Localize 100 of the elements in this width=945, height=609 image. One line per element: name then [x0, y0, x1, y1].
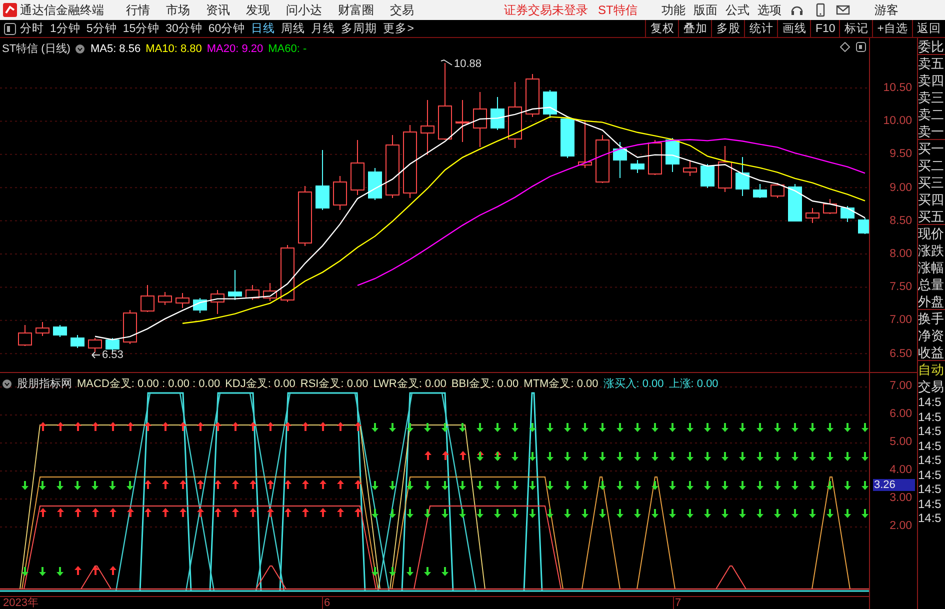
axis-tick-label: 10.00	[883, 115, 912, 128]
menu-item[interactable]: 问小达	[286, 2, 322, 18]
period-tab[interactable]: 15分钟	[122, 21, 160, 36]
indicator-name: 股朋指标网	[17, 377, 72, 391]
period-tab[interactable]: 60分钟	[208, 21, 246, 36]
axis-tick-label: 4.00	[890, 464, 912, 476]
app-title: 通达信金融终端	[20, 2, 105, 18]
period-tab[interactable]: 更多>	[383, 21, 414, 36]
candlestick	[806, 208, 820, 224]
menu-item[interactable]: 功能	[661, 2, 686, 18]
axis-tick-label: 10.50	[883, 82, 912, 94]
diamond-icon[interactable]	[840, 42, 850, 52]
candlestick	[858, 218, 869, 234]
candlestick	[543, 90, 557, 118]
quote-field-label: 外盘	[918, 293, 945, 310]
candlestick	[263, 282, 277, 302]
candlestick	[596, 134, 610, 184]
menu-item[interactable]: 行情	[126, 2, 150, 18]
logo-icon	[3, 3, 17, 17]
candlestick	[683, 160, 697, 176]
candlestick	[176, 292, 190, 308]
candlestick	[473, 92, 487, 148]
period-tab[interactable]: 多周期	[341, 21, 378, 36]
candlestick	[718, 146, 732, 192]
mode-label[interactable]: 自动	[918, 361, 945, 378]
trade-time: 14:5	[918, 424, 942, 438]
period-tab[interactable]: 1分钟	[50, 21, 80, 36]
indicator-value: 上涨: 0.00	[668, 377, 718, 391]
moving-average-label: MA20: 9.20	[206, 42, 264, 54]
candlestick	[123, 310, 137, 344]
candlestick	[193, 298, 207, 314]
user-label[interactable]: 游客	[874, 2, 898, 18]
period-tab[interactable]: 周线	[281, 21, 306, 36]
menu-item[interactable]: 发现	[246, 2, 270, 18]
axis-tick-label: 6.00	[890, 408, 912, 420]
candlestick	[18, 324, 32, 346]
trade-time: 14:5	[918, 395, 942, 410]
quote-field-label: 卖四	[918, 72, 945, 89]
trade-time: 14:5	[918, 410, 942, 424]
settings-icon[interactable]	[75, 44, 86, 54]
candlestick	[36, 322, 50, 336]
candlestick	[420, 100, 434, 156]
indicator-value: KDJ金叉: 0.00	[225, 377, 296, 391]
panel-toggle-icon[interactable]	[4, 22, 16, 34]
period-tab[interactable]: 月线	[311, 21, 336, 36]
date-label: 7	[673, 597, 682, 609]
trade-time: 14:5	[918, 482, 942, 496]
candlestick	[613, 142, 627, 178]
candlestick	[246, 284, 260, 300]
menu-item[interactable]: 交易	[390, 2, 414, 18]
candlestick	[210, 290, 224, 314]
trade-time: 14:5	[918, 468, 942, 482]
moving-average-label: MA5: 8.56	[90, 42, 141, 54]
leader-line	[440, 59, 452, 66]
period-tab[interactable]: 30分钟	[166, 21, 202, 36]
menu-item[interactable]: 版面	[693, 2, 718, 18]
indicator-value: BBI金叉: 0.00	[451, 377, 519, 391]
period-tab[interactable]: 5分钟	[86, 21, 117, 36]
quote-field-label: 卖一	[918, 123, 945, 140]
quote-field-label: 买三	[918, 174, 945, 191]
candlestick	[53, 324, 67, 338]
candlestick	[158, 292, 172, 306]
settings-icon[interactable]	[2, 378, 12, 388]
period-tab[interactable]: 日线	[251, 21, 276, 36]
quote-field-label: 卖二	[918, 106, 945, 123]
quote-field-label: 换手	[918, 310, 945, 327]
candlestick	[333, 176, 347, 210]
status-notice: 证券交易未登录	[504, 2, 588, 18]
indicator-value: 涨买入: 0.00	[603, 377, 664, 391]
date-label: 2023年	[2, 597, 38, 609]
quote-field-label: 买四	[918, 191, 945, 208]
axis-tick-label: 5.00	[890, 436, 912, 448]
menu-item[interactable]: 选项	[757, 2, 782, 18]
mail-icon[interactable]	[836, 3, 850, 17]
candlestick	[560, 116, 574, 158]
menu-item[interactable]: 公式	[725, 2, 750, 18]
period-tab[interactable]: 分时	[20, 21, 44, 36]
candlestick	[298, 186, 312, 246]
candlestick	[88, 338, 102, 352]
trade-label: 交易	[918, 378, 945, 395]
panel-toggle-icon[interactable]	[856, 42, 866, 52]
axis-tick-label: 3.00	[890, 492, 912, 504]
quote-field-label: 买一	[918, 140, 945, 157]
quote-field-label: 买五	[918, 208, 945, 225]
candlestick	[228, 270, 242, 300]
candlestick	[508, 82, 522, 148]
chart-title: ST特信 (日线)	[2, 42, 70, 56]
leader-line	[92, 352, 100, 358]
indicator-value: MACD金叉: 0.00 : 0.00 : 0.00	[77, 377, 220, 391]
axis-tick-label: 7.00	[890, 314, 912, 326]
menu-item[interactable]: 市场	[166, 2, 190, 18]
axis-tick-label: 7.00	[890, 380, 912, 392]
quote-field-label: 委比	[918, 38, 945, 55]
status-notice[interactable]: ST特信	[598, 2, 638, 18]
candlestick	[840, 206, 854, 222]
candlestick	[386, 134, 400, 198]
menu-item[interactable]: 资讯	[206, 2, 230, 18]
menu-item[interactable]: 财富圈	[338, 2, 374, 18]
candlestick	[736, 156, 750, 196]
quote-field-label: 卖五	[918, 55, 945, 72]
